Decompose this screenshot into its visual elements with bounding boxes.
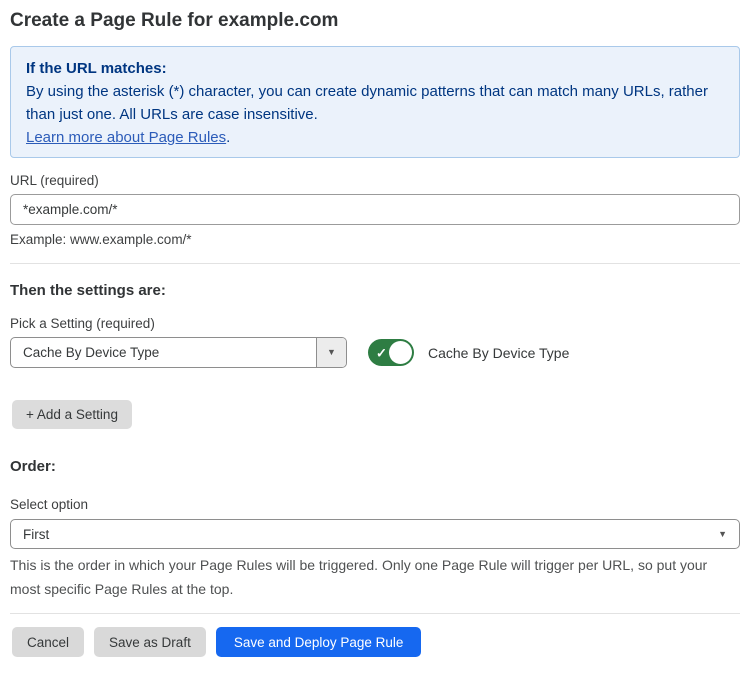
order-select-label: Select option bbox=[10, 497, 740, 512]
info-box-heading: If the URL matches: bbox=[26, 57, 724, 80]
setting-row: Cache By Device Type ▼ ✓ Cache By Device… bbox=[10, 337, 740, 368]
url-example-helper: Example: www.example.com/* bbox=[10, 232, 740, 247]
chevron-down-icon: ▼ bbox=[327, 348, 336, 357]
setting-select[interactable]: Cache By Device Type ▼ bbox=[10, 337, 347, 368]
setting-select-arrow-button[interactable]: ▼ bbox=[316, 338, 346, 367]
chevron-down-icon: ▼ bbox=[718, 530, 727, 539]
order-select-value: First bbox=[23, 527, 49, 542]
link-suffix: . bbox=[226, 129, 230, 146]
save-and-deploy-button[interactable]: Save and Deploy Page Rule bbox=[216, 627, 422, 657]
setting-select-value: Cache By Device Type bbox=[11, 338, 316, 367]
save-as-draft-button[interactable]: Save as Draft bbox=[94, 627, 206, 657]
order-helper-text: This is the order in which your Page Rul… bbox=[10, 553, 740, 601]
learn-more-link[interactable]: Learn more about Page Rules bbox=[26, 129, 226, 146]
footer-actions: Cancel Save as Draft Save and Deploy Pag… bbox=[10, 627, 740, 657]
pick-setting-label: Pick a Setting (required) bbox=[10, 316, 740, 331]
divider bbox=[10, 613, 740, 614]
toggle-knob bbox=[389, 341, 412, 364]
divider bbox=[10, 263, 740, 264]
info-box-link-line: Learn more about Page Rules. bbox=[26, 126, 724, 149]
cancel-button[interactable]: Cancel bbox=[12, 627, 84, 657]
url-input[interactable] bbox=[10, 194, 740, 225]
add-setting-button[interactable]: + Add a Setting bbox=[12, 400, 132, 429]
url-field-label: URL (required) bbox=[10, 173, 740, 188]
cache-by-device-type-toggle[interactable]: ✓ bbox=[368, 339, 414, 366]
page-title: Create a Page Rule for example.com bbox=[10, 8, 740, 34]
order-section-heading: Order: bbox=[10, 457, 740, 477]
page-rule-form: Create a Page Rule for example.com If th… bbox=[0, 0, 750, 657]
info-box-body: By using the asterisk (*) character, you… bbox=[26, 80, 724, 126]
url-match-info-box: If the URL matches: By using the asteris… bbox=[10, 46, 740, 158]
settings-section-heading: Then the settings are: bbox=[10, 281, 740, 301]
order-select[interactable]: First ▼ bbox=[10, 519, 740, 549]
toggle-label: Cache By Device Type bbox=[428, 345, 569, 361]
check-icon: ✓ bbox=[376, 346, 387, 359]
